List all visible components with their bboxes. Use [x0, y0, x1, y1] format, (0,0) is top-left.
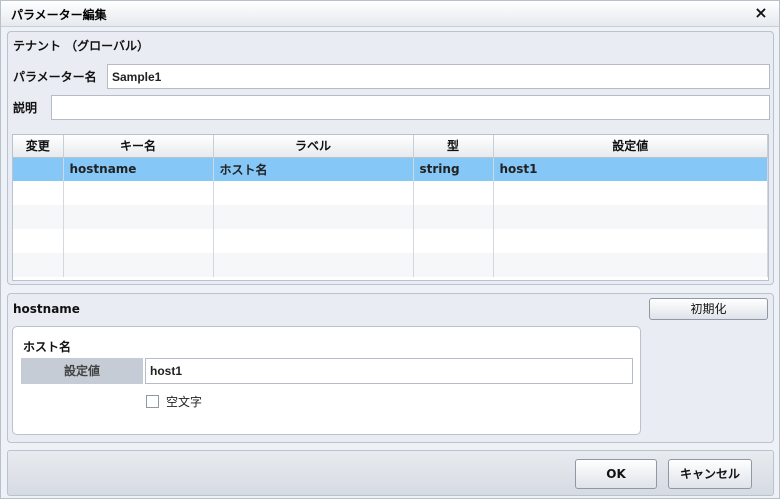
tenant-label: テナント （グローバル） [13, 39, 150, 53]
value-group: ホスト名 設定値 空文字 [12, 326, 641, 435]
param-name-label: パラメーター名 [13, 70, 97, 84]
dialog-footer: OK キャンセル [7, 450, 774, 496]
empty-string-label: 空文字 [166, 395, 203, 409]
cell-changed [13, 157, 64, 181]
cell-value: host1 [493, 157, 768, 181]
empty-row [13, 181, 768, 205]
group-title: ホスト名 [23, 340, 72, 354]
empty-row [13, 253, 768, 277]
param-name-input[interactable] [107, 64, 770, 89]
parameter-panel: テナント （グローバル） パラメーター名 説明 変更 キー名 ラベル 型 設定値 [7, 31, 774, 285]
value-field-label: 設定値 [21, 358, 143, 384]
column-header-changed[interactable]: 変更 [13, 135, 64, 158]
parameter-table: 変更 キー名 ラベル 型 設定値 hostname ホスト名 string ho… [12, 134, 769, 281]
empty-row [13, 229, 768, 253]
ok-button[interactable]: OK [575, 459, 657, 489]
detail-panel: hostname 初期化 ホスト名 設定値 空文字 [7, 293, 774, 443]
description-label: 説明 [13, 101, 38, 115]
cell-label: ホスト名 [213, 157, 414, 181]
description-input[interactable] [51, 95, 770, 120]
column-header-value[interactable]: 設定値 [493, 135, 768, 158]
column-header-type[interactable]: 型 [413, 135, 494, 158]
cancel-button[interactable]: キャンセル [668, 459, 752, 489]
cell-type: string [413, 157, 494, 181]
dialog-title: パラメーター編集 [11, 8, 107, 22]
table-row[interactable]: hostname ホスト名 string host1 [13, 157, 768, 181]
column-header-key[interactable]: キー名 [63, 135, 214, 158]
table-header-row: 変更 キー名 ラベル 型 設定値 [13, 135, 768, 158]
reset-button[interactable]: 初期化 [649, 298, 768, 320]
empty-row [13, 205, 768, 229]
detail-title: hostname [13, 302, 80, 316]
dialog-titlebar: パラメーター編集 × [1, 1, 779, 27]
parameter-edit-dialog: パラメーター編集 × テナント （グローバル） パラメーター名 説明 変更 キー… [0, 0, 780, 499]
cell-key: hostname [63, 157, 214, 181]
value-input[interactable] [145, 358, 633, 384]
column-header-label[interactable]: ラベル [213, 135, 414, 158]
close-icon[interactable]: × [753, 4, 769, 22]
empty-string-checkbox[interactable] [146, 395, 159, 408]
